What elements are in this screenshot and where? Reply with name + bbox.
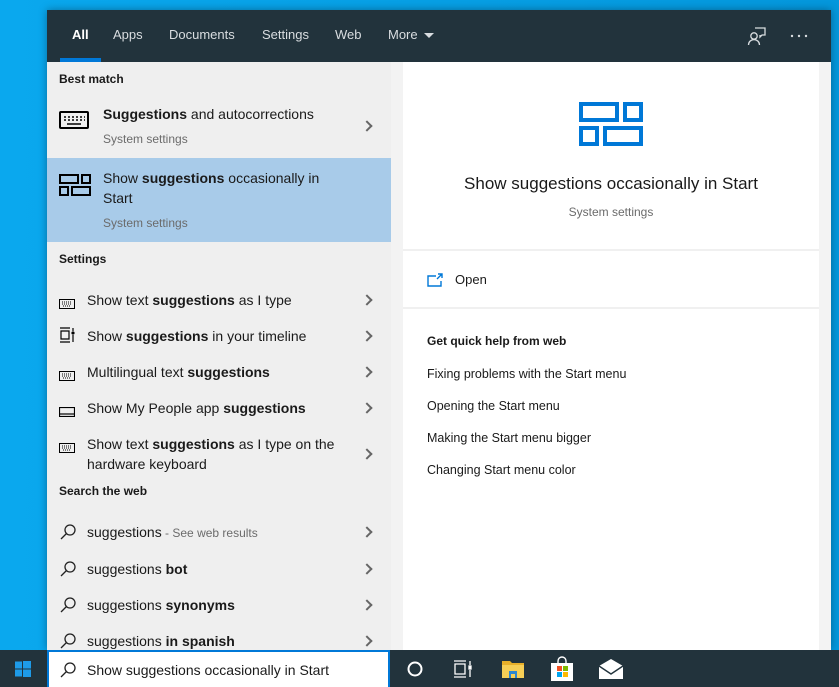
web-suggestion-label: suggestions bot (87, 561, 188, 577)
help-link[interactable]: Changing Start menu color (427, 463, 576, 477)
section-search-web: Search the web (59, 484, 148, 498)
best-match-title: Suggestions and autocorrections (103, 106, 314, 122)
web-suggestion-item[interactable]: suggestions in spanish (47, 623, 391, 650)
tab-settings[interactable]: Settings (262, 10, 309, 62)
settings-item[interactable]: Show My People app suggestions (47, 390, 391, 426)
help-link[interactable]: Opening the Start menu (427, 399, 560, 413)
best-match-item[interactable]: Suggestions and autocorrections System s… (47, 98, 391, 158)
settings-item[interactable]: Show text suggestions as I type (47, 282, 391, 318)
timeline-icon (59, 327, 75, 347)
start-tiles-icon (59, 174, 91, 200)
open-label: Open (455, 272, 487, 287)
tab-web[interactable]: Web (335, 10, 362, 62)
chevron-right-icon (361, 120, 373, 132)
keyboard-icon (59, 438, 75, 457)
more-options-icon[interactable] (787, 24, 811, 48)
chevron-right-icon (361, 635, 373, 647)
help-link[interactable]: Making the Start menu bigger (427, 431, 591, 445)
web-suggestion-label: suggestions synonyms (87, 597, 235, 613)
web-suggestion-item[interactable]: suggestions bot (47, 551, 391, 587)
keyboard-icon (59, 294, 75, 313)
chevron-right-icon (361, 599, 373, 611)
open-external-icon (427, 272, 443, 291)
settings-item-label: Show My People app suggestions (87, 400, 306, 416)
web-suggestion-label: suggestions in spanish (87, 633, 235, 649)
tab-apps[interactable]: Apps (113, 10, 143, 62)
chevron-right-icon (361, 294, 373, 306)
task-view-icon[interactable] (450, 656, 476, 682)
file-explorer-icon[interactable] (500, 656, 526, 682)
start-button[interactable] (0, 650, 47, 687)
taskbar-search-box[interactable] (47, 650, 390, 687)
section-settings: Settings (59, 252, 107, 266)
settings-item[interactable]: Show suggestions in your timeline (47, 318, 391, 354)
web-suggestion-label: suggestions - See web results (87, 524, 258, 540)
settings-item-label: Show text suggestions as I type (87, 292, 292, 308)
web-suggestion-item[interactable]: suggestions - See web results (47, 514, 391, 550)
settings-item-label: Show text suggestions as I type on the h… (87, 436, 335, 472)
help-link[interactable]: Fixing problems with the Start menu (427, 367, 626, 381)
search-input[interactable] (87, 660, 377, 680)
chevron-right-icon (361, 448, 373, 460)
results-list: Best match Suggestions and autocorrectio… (47, 62, 391, 650)
cortana-icon[interactable] (402, 656, 428, 682)
tab-all[interactable]: All (60, 10, 100, 62)
preview-pane: Show suggestions occasionally in Start S… (403, 62, 819, 650)
chevron-right-icon (361, 366, 373, 378)
search-icon (59, 661, 77, 683)
taskbar-icon (58, 402, 76, 421)
windows-logo-icon (15, 661, 31, 681)
best-match-title: Show suggestions occasionally in Start (103, 170, 320, 206)
settings-item-label: Show suggestions in your timeline (87, 328, 307, 344)
search-icon (59, 596, 77, 618)
tab-documents[interactable]: Documents (169, 10, 235, 62)
tab-more-label: More (388, 27, 418, 42)
quick-help-heading: Get quick help from web (427, 334, 567, 348)
filter-tabs-bar: All Apps Documents Settings Web More (47, 10, 831, 62)
best-match-subtitle: System settings (103, 216, 188, 230)
search-panel: All Apps Documents Settings Web More Bes… (47, 10, 831, 650)
chevron-right-icon (361, 526, 373, 538)
taskbar (0, 650, 839, 687)
preview-title: Show suggestions occasionally in Start (464, 174, 758, 193)
start-tiles-icon (579, 102, 643, 150)
search-icon (59, 523, 77, 545)
open-button[interactable]: Open (427, 268, 627, 292)
web-suggestion-item[interactable]: suggestions synonyms (47, 587, 391, 623)
section-best-match: Best match (59, 72, 124, 86)
divider (403, 249, 819, 251)
mail-icon[interactable] (598, 656, 624, 682)
feedback-icon[interactable] (745, 24, 769, 48)
keyboard-icon (59, 111, 89, 133)
settings-item[interactable]: Multilingual text suggestions (47, 354, 391, 390)
chevron-right-icon (361, 402, 373, 414)
chevron-right-icon (361, 563, 373, 575)
preview-subtitle: System settings (568, 205, 654, 219)
best-match-subtitle: System settings (103, 132, 188, 146)
search-icon (59, 560, 77, 582)
settings-item-label: Multilingual text suggestions (87, 364, 270, 380)
best-match-item-selected[interactable]: Show suggestions occasionally in Start S… (47, 158, 391, 242)
tab-more[interactable]: More (388, 10, 434, 62)
divider (403, 307, 819, 309)
store-icon[interactable] (549, 656, 575, 682)
keyboard-icon (59, 366, 75, 385)
settings-item[interactable]: Show text suggestions as I type on the h… (47, 426, 391, 482)
caret-down-icon (423, 33, 434, 39)
chevron-right-icon (361, 330, 373, 342)
